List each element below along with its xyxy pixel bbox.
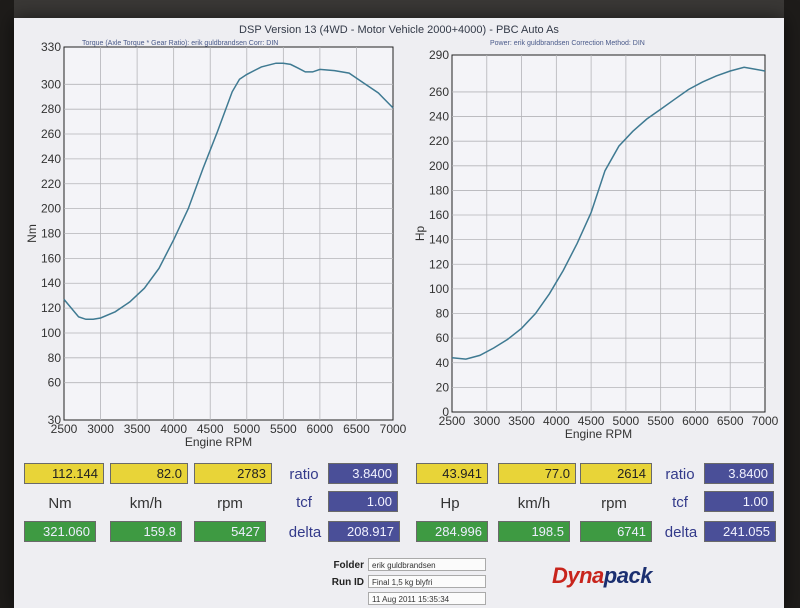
ratio-label-right: ratio xyxy=(665,466,695,483)
readout-speed-max-value-right: 198.5 xyxy=(498,521,570,542)
power-x-tick: 7000 xyxy=(752,414,779,428)
readout-rpm-min-value: 2783 xyxy=(194,463,272,484)
readout-power-max-value: 284.996 xyxy=(416,521,488,542)
delta-value: 208.917 xyxy=(328,521,400,542)
readout-speed-min-value: 82.0 xyxy=(110,463,188,484)
folder-value: erik guldbrandsen xyxy=(368,558,486,571)
power-y-tick: 180 xyxy=(429,183,449,197)
unit-rpm-label: rpm xyxy=(217,495,243,512)
unit-nm-label: Nm xyxy=(48,495,72,512)
power-x-tick: 3000 xyxy=(473,414,500,428)
readout-speed-max-value: 159.8 xyxy=(110,521,182,542)
power-x-tick: 5000 xyxy=(613,414,640,428)
logo-part-dyna: Dyna xyxy=(552,563,604,588)
ratio-label: ratio xyxy=(289,466,319,483)
readout-torque-min-value: 112.144 xyxy=(24,463,104,484)
run-id-label: Run ID xyxy=(331,577,364,588)
tcf-label: tcf xyxy=(296,494,312,511)
power-y-tick: 120 xyxy=(429,257,449,271)
readout-torque-max-value: 321.060 xyxy=(24,521,96,542)
ratio-value-right: 3.8400 xyxy=(704,463,774,484)
power-x-tick: 3500 xyxy=(508,414,535,428)
power-x-tick: 5500 xyxy=(647,414,674,428)
power-y-tick: 220 xyxy=(429,134,449,148)
power-y-tick: 160 xyxy=(429,208,449,222)
readout-rpm-max-value-right: 6741 xyxy=(580,521,652,542)
tcf-label-right: tcf xyxy=(672,494,688,511)
power-x-tick: 6500 xyxy=(717,414,744,428)
delta-label: delta xyxy=(288,524,322,541)
power-x-tick: 4500 xyxy=(578,414,605,428)
readout-power-min-value: 43.941 xyxy=(416,463,488,484)
power-y-tick: 290 xyxy=(429,48,449,62)
power-y-tick: 40 xyxy=(436,356,450,370)
ratio-value: 3.8400 xyxy=(328,463,398,484)
power-y-tick: 60 xyxy=(436,331,450,345)
unit-rpm-label-right: rpm xyxy=(601,495,627,512)
delta-label-right: delta xyxy=(664,524,698,541)
power-x-tick: 4000 xyxy=(543,414,570,428)
unit-kmh-label: km/h xyxy=(129,495,163,512)
power-y-tick: 100 xyxy=(429,282,449,296)
power-x-tick: 6000 xyxy=(682,414,709,428)
power-y-tick: 20 xyxy=(436,380,450,394)
power-x-axis-label: Engine RPM xyxy=(565,427,632,441)
power-plot-area xyxy=(451,54,766,413)
power-y-tick: 200 xyxy=(429,159,449,173)
dynapack-logo: Dynapack xyxy=(552,563,652,589)
readout-rpm-max-value: 5427 xyxy=(194,521,266,542)
logo-part-pack: pack xyxy=(603,563,653,588)
run-id-value: Final 1,5 kg blyfri xyxy=(368,575,486,588)
delta-value-right: 241.055 xyxy=(704,521,776,542)
readout-rpm-min-value-right: 2614 xyxy=(580,463,652,484)
power-y-tick: 240 xyxy=(429,110,449,124)
date-value: 11 Aug 2011 15:35:34 xyxy=(368,592,486,605)
power-y-tick: 0 xyxy=(442,405,449,419)
power-y-axis-label: Hp xyxy=(413,226,427,242)
tcf-value-right: 1.00 xyxy=(704,491,774,512)
power-y-tick: 140 xyxy=(429,233,449,247)
power-y-tick: 260 xyxy=(429,85,449,99)
unit-hp-label: Hp xyxy=(440,495,460,512)
power-y-tick: 80 xyxy=(436,307,450,321)
unit-kmh-label-right: km/h xyxy=(517,495,551,512)
folder-label: Folder xyxy=(333,560,364,571)
readout-speed-min-value-right: 77.0 xyxy=(498,463,576,484)
tcf-value: 1.00 xyxy=(328,491,398,512)
